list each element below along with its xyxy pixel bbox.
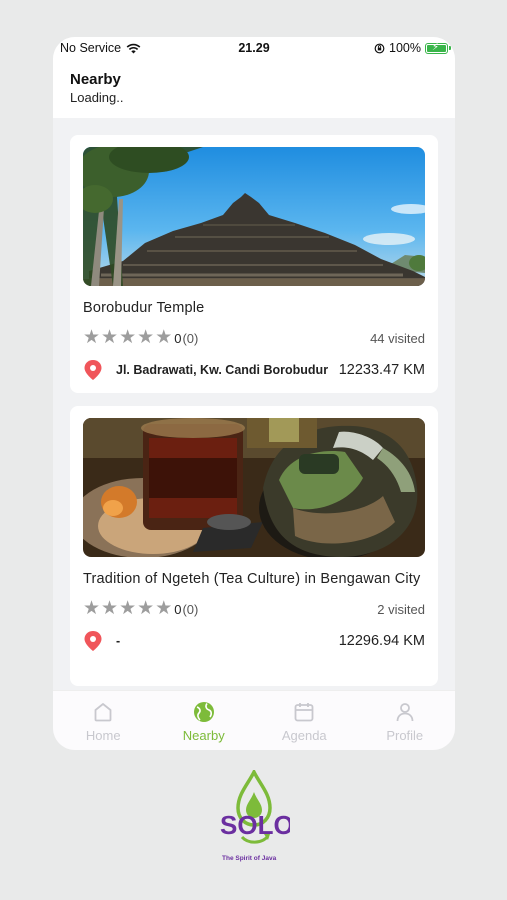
place-distance: 12233.47 KM [338, 362, 425, 378]
page-title: Nearby [70, 71, 121, 88]
location-row: Jl. Badrawati, Kw. Candi Borobudur 12233… [83, 358, 425, 382]
bottom-nav: Home Nearby Agenda Profile [53, 690, 455, 750]
place-card[interactable]: Tradition of Ngeteh (Tea Culture) in Ben… [70, 406, 438, 686]
loading-text: Loading.. [70, 90, 124, 105]
svg-text:SOLO: SOLO [220, 810, 290, 840]
nav-agenda[interactable]: Agenda [254, 691, 355, 750]
star-icon: ★ [137, 327, 155, 348]
nav-nearby[interactable]: Nearby [154, 691, 255, 750]
place-card[interactable]: Borobudur Temple ★ ★ ★ ★ ★ 0 (0) 44 visi… [70, 135, 438, 393]
nav-profile[interactable]: Profile [355, 691, 456, 750]
solo-logo: SOLO The Spirit of Java [220, 770, 290, 862]
location-pin-icon [84, 360, 102, 380]
star-icon: ★ [83, 327, 101, 348]
rating-stars: ★ ★ ★ ★ ★ 0 (0) [83, 328, 198, 348]
tea-photo[interactable] [83, 418, 425, 557]
star-icon: ★ [137, 598, 155, 619]
status-right: 100% ⚡ [374, 41, 451, 55]
rating-count: (0) [182, 601, 199, 617]
brand-tagline: The Spirit of Java [222, 855, 277, 862]
battery-percent: 100% [389, 41, 421, 55]
calendar-icon [294, 703, 314, 722]
nav-home[interactable]: Home [53, 691, 154, 750]
place-address: Jl. Badrawati, Kw. Candi Borobudur [116, 363, 329, 377]
visited-count: 2 visited [377, 601, 425, 617]
rating-value: 0 [174, 330, 182, 346]
nav-agenda-label: Agenda [281, 728, 327, 743]
temple-photo[interactable] [83, 147, 425, 286]
star-icon: ★ [101, 327, 119, 348]
star-icon: ★ [119, 327, 137, 348]
star-icon: ★ [101, 598, 119, 619]
status-bar: No Service 21.29 100% ⚡ [53, 37, 455, 59]
orientation-lock-icon [374, 43, 385, 53]
rating-stars: ★ ★ ★ ★ ★ 0 (0) [83, 599, 198, 619]
place-distance: 12296.94 KM [338, 633, 425, 649]
rating-count: (0) [182, 330, 199, 346]
phone-screen: No Service 21.29 100% ⚡ Nearby Loading.. [53, 37, 455, 750]
rating-value: 0 [174, 601, 182, 617]
star-icon: ★ [155, 327, 173, 348]
home-icon [94, 703, 112, 722]
star-icon: ★ [83, 598, 101, 619]
globe-icon [193, 702, 214, 722]
battery-icon: ⚡ [425, 42, 451, 54]
location-pin-icon [84, 631, 102, 651]
rating-row: ★ ★ ★ ★ ★ 0 (0) 2 visited [83, 599, 425, 619]
user-icon [396, 703, 414, 722]
nav-nearby-label: Nearby [182, 728, 225, 743]
star-icon: ★ [155, 598, 173, 619]
place-address: - [116, 634, 121, 648]
place-title[interactable]: Tradition of Ngeteh (Tea Culture) in Ben… [83, 568, 425, 590]
page-header: Nearby Loading.. [53, 59, 455, 118]
nav-profile-label: Profile [386, 728, 424, 743]
places-list[interactable]: Borobudur Temple ★ ★ ★ ★ ★ 0 (0) 44 visi… [53, 118, 455, 690]
rating-row: ★ ★ ★ ★ ★ 0 (0) 44 visited [83, 328, 425, 348]
place-title[interactable]: Borobudur Temple [83, 297, 425, 319]
star-icon: ★ [119, 598, 137, 619]
location-row: - 12296.94 KM [83, 629, 425, 653]
visited-count: 44 visited [370, 330, 425, 346]
nav-home-label: Home [85, 728, 121, 743]
